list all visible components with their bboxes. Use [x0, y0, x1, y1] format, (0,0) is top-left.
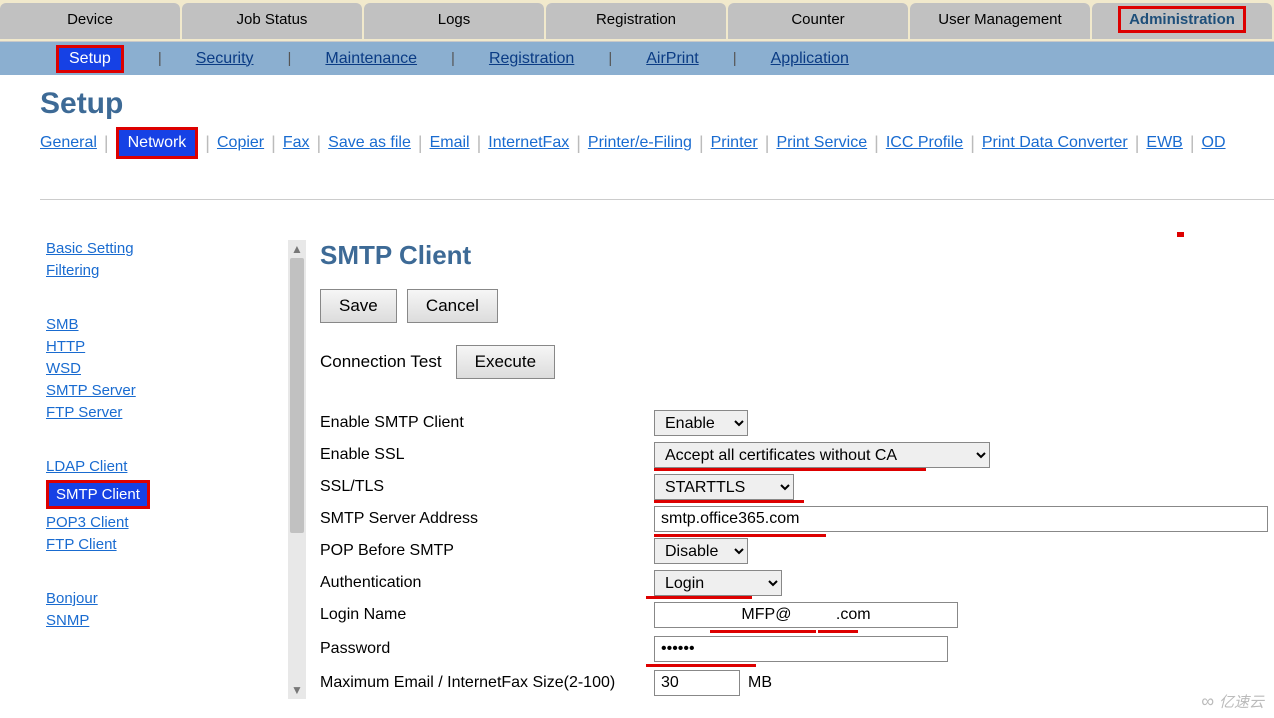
setuptab-od[interactable]: OD: [1202, 134, 1226, 152]
input-login-name[interactable]: [654, 602, 958, 628]
setuptab-internetfax[interactable]: InternetFax: [488, 134, 569, 152]
watermark: ∞ 亿速云: [1201, 691, 1264, 712]
scroll-thumb[interactable]: [290, 258, 304, 533]
setuptab-fax[interactable]: Fax: [283, 134, 310, 152]
select-ssltls[interactable]: STARTTLS: [654, 474, 794, 500]
page-title: Setup: [40, 87, 1274, 121]
side-pop3-client[interactable]: POP3 Client: [46, 514, 129, 531]
scroll-up-icon[interactable]: ▲: [288, 240, 306, 258]
subnav-maintenance[interactable]: Maintenance: [325, 50, 417, 68]
input-password[interactable]: [654, 636, 948, 662]
lbl-ssltls: SSL/TLS: [320, 478, 654, 496]
side-filtering[interactable]: Filtering: [46, 262, 99, 279]
connection-test-label: Connection Test: [320, 352, 442, 372]
sidebar-scrollbar[interactable]: ▲ ▼: [288, 240, 306, 699]
select-enable-smtp-client[interactable]: Enable: [654, 410, 748, 436]
lbl-enable-ssl: Enable SSL: [320, 446, 654, 464]
lbl-pop-before-smtp: POP Before SMTP: [320, 542, 654, 560]
setuptab-email[interactable]: Email: [430, 134, 470, 152]
side-ldap-client[interactable]: LDAP Client: [46, 458, 127, 475]
tab-user-management[interactable]: User Management: [910, 3, 1090, 39]
content-panel: SMTP Client Save Cancel Connection Test …: [320, 240, 1274, 699]
side-ftp-client[interactable]: FTP Client: [46, 536, 117, 553]
subnav-registration[interactable]: Registration: [489, 50, 574, 68]
setuptab-ewb[interactable]: EWB: [1146, 134, 1182, 152]
side-smb[interactable]: SMB: [46, 316, 79, 333]
subnav-setup[interactable]: Setup: [56, 45, 124, 73]
select-authentication[interactable]: Login: [654, 570, 782, 596]
side-bonjour[interactable]: Bonjour: [46, 590, 98, 607]
setuptab-print-service[interactable]: Print Service: [776, 134, 867, 152]
subnav-application[interactable]: Application: [771, 50, 849, 68]
side-basic-setting[interactable]: Basic Setting: [46, 240, 134, 257]
lbl-login-name: Login Name: [320, 606, 654, 624]
cancel-button[interactable]: Cancel: [407, 289, 498, 323]
tab-logs[interactable]: Logs: [364, 3, 544, 39]
tab-job-status[interactable]: Job Status: [182, 3, 362, 39]
subnav-security[interactable]: Security: [196, 50, 254, 68]
lbl-authentication: Authentication: [320, 574, 654, 592]
setup-subtabs: General| Network| Copier| Fax| Save as f…: [40, 127, 1274, 159]
tab-administration[interactable]: Administration: [1092, 3, 1272, 39]
side-http[interactable]: HTTP: [46, 338, 85, 355]
tab-device[interactable]: Device: [0, 3, 180, 39]
unit-mb: MB: [748, 674, 772, 692]
lbl-smtp-server: SMTP Server Address: [320, 510, 654, 528]
side-smtp-server[interactable]: SMTP Server: [46, 382, 136, 399]
lbl-enable-smtp-client: Enable SMTP Client: [320, 414, 654, 432]
input-smtp-server[interactable]: [654, 506, 1268, 532]
setuptab-printer-efiling[interactable]: Printer/e-Filing: [588, 134, 692, 152]
subnav-airprint[interactable]: AirPrint: [646, 50, 698, 68]
scroll-down-icon[interactable]: ▼: [288, 681, 306, 699]
input-max-size[interactable]: [654, 670, 740, 696]
content-title: SMTP Client: [320, 240, 1274, 271]
side-smtp-client[interactable]: SMTP Client: [46, 480, 150, 509]
setuptab-icc-profile[interactable]: ICC Profile: [886, 134, 963, 152]
setuptab-saveasfile[interactable]: Save as file: [328, 134, 411, 152]
network-sidebar: Basic Setting Filtering SMB HTTP WSD SMT…: [40, 240, 288, 699]
sub-nav: Setup | Security | Maintenance | Registr…: [0, 42, 1274, 75]
select-pop-before-smtp[interactable]: Disable: [654, 538, 748, 564]
setuptab-network[interactable]: Network: [116, 127, 199, 159]
setuptab-copier[interactable]: Copier: [217, 134, 264, 152]
save-button[interactable]: Save: [320, 289, 397, 323]
select-enable-ssl[interactable]: Accept all certificates without CA: [654, 442, 990, 468]
lbl-password: Password: [320, 640, 654, 658]
main-tab-bar: Device Job Status Logs Registration Coun…: [0, 0, 1274, 42]
red-marker: [1177, 232, 1184, 237]
setuptab-print-data-converter[interactable]: Print Data Converter: [982, 134, 1128, 152]
setuptab-general[interactable]: General: [40, 134, 97, 152]
setuptab-printer[interactable]: Printer: [711, 134, 758, 152]
tab-counter[interactable]: Counter: [728, 3, 908, 39]
side-wsd[interactable]: WSD: [46, 360, 81, 377]
side-ftp-server[interactable]: FTP Server: [46, 404, 122, 421]
side-snmp[interactable]: SNMP: [46, 612, 89, 629]
tab-registration[interactable]: Registration: [546, 3, 726, 39]
lbl-max-size: Maximum Email / InternetFax Size(2-100): [320, 674, 654, 692]
execute-button[interactable]: Execute: [456, 345, 555, 379]
